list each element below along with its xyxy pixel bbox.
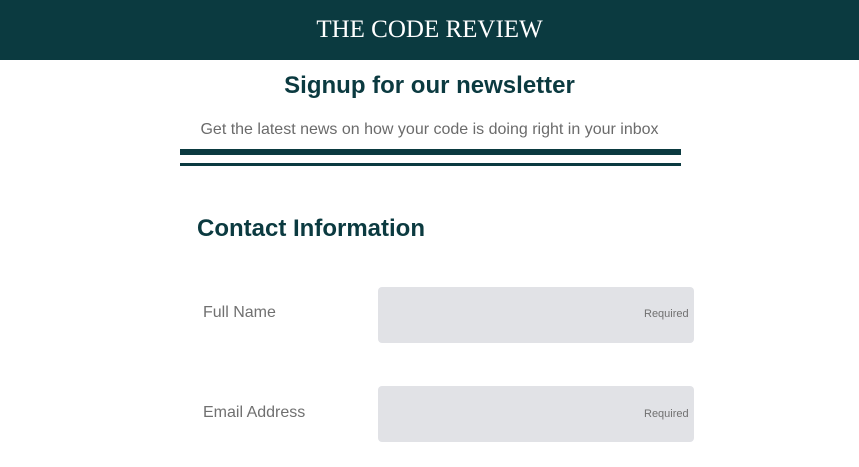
divider-thick: [180, 149, 681, 155]
divider-thin: [180, 163, 681, 166]
email-address-required-hint: Required: [644, 408, 689, 420]
site-title: THE CODE REVIEW: [316, 16, 543, 43]
site-header: THE CODE REVIEW: [0, 0, 859, 60]
contact-section-title: Contact Information: [197, 215, 425, 242]
newsletter-heading: Signup for our newsletter: [284, 72, 575, 99]
full-name-label: Full Name: [203, 304, 276, 321]
newsletter-description: Get the latest news on how your code is …: [200, 121, 659, 138]
full-name-required-hint: Required: [644, 308, 689, 320]
email-address-label: Email Address: [203, 404, 306, 421]
